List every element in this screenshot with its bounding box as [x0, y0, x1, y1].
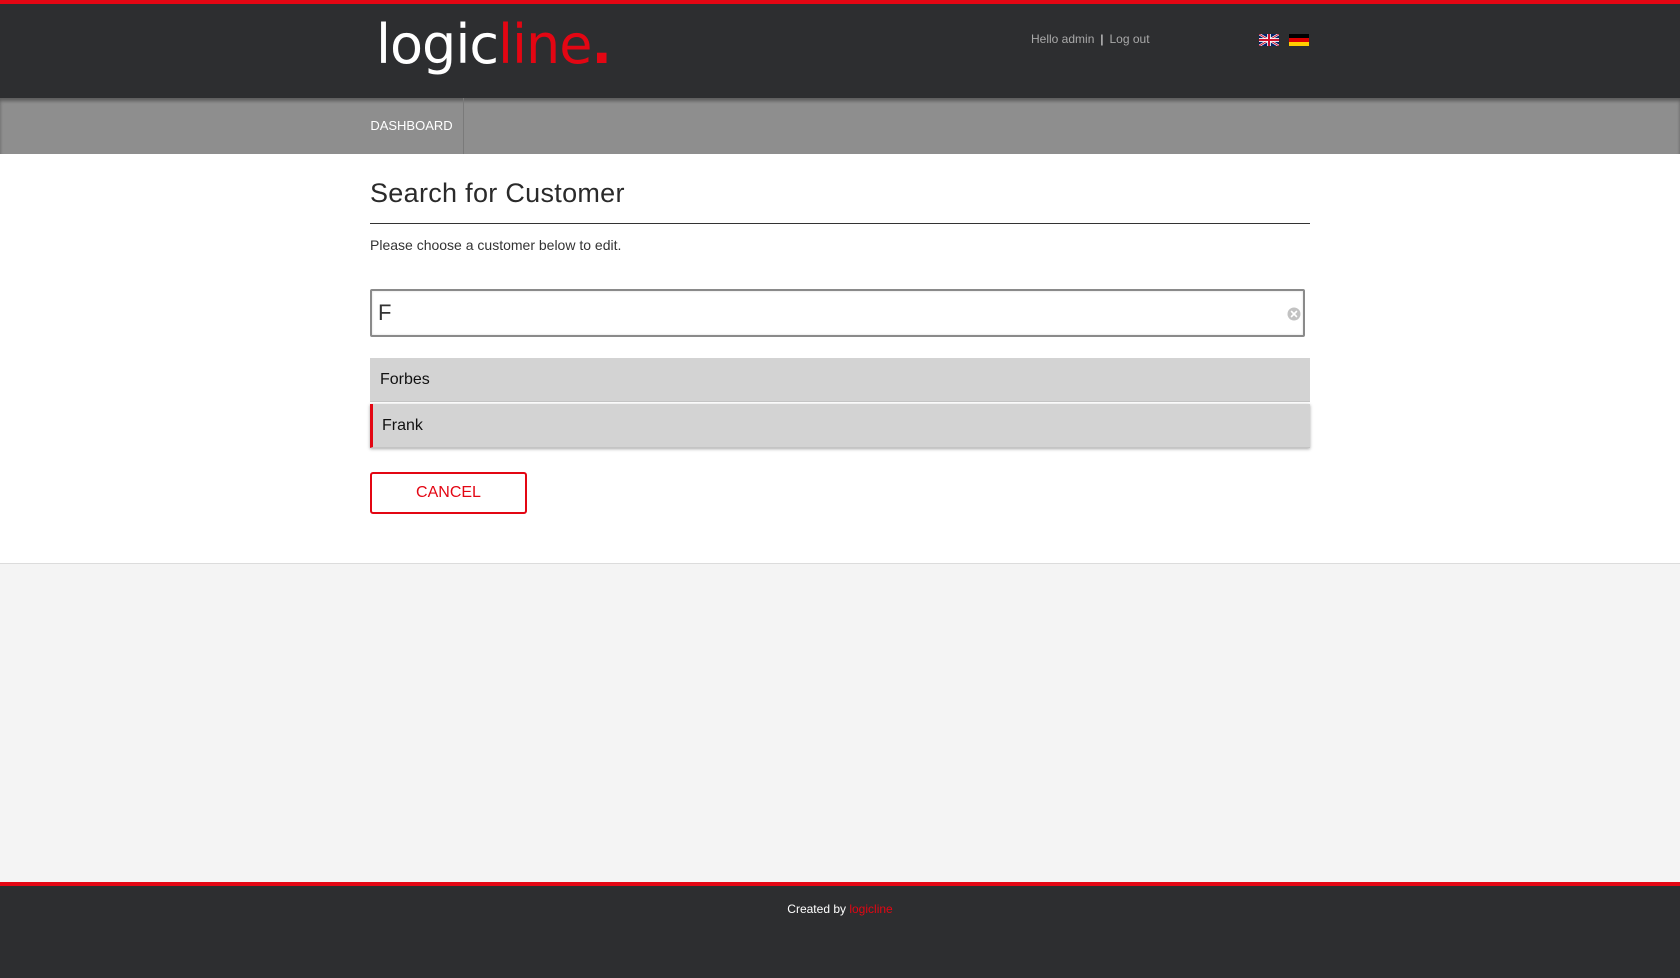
search-results-list: Forbes Frank [370, 358, 1310, 448]
result-item-frank[interactable]: Frank [370, 404, 1310, 448]
footer-created-by: Created by [787, 902, 846, 916]
main-content: Search for Customer Please choose a cust… [0, 154, 1680, 564]
footer-credit: Created by logicline [0, 902, 1680, 916]
main-navbar: DASHBOARD [0, 98, 1680, 154]
page-title: Search for Customer [370, 178, 625, 208]
logo-dot: . [591, 13, 611, 76]
result-item-forbes[interactable]: Forbes [370, 358, 1310, 402]
flag-uk-icon[interactable] [1259, 34, 1279, 46]
user-area-separator: | [1100, 32, 1104, 46]
title-divider [370, 223, 1310, 224]
customer-search-input[interactable] [378, 297, 1258, 329]
user-area: Hello admin | Log out [1031, 32, 1150, 46]
logout-link[interactable]: Log out [1110, 32, 1150, 46]
logo-text-logic: logic [376, 13, 499, 76]
user-greeting: Hello admin [1031, 32, 1095, 46]
clear-circle-icon[interactable] [1287, 307, 1301, 321]
footer-brand-link[interactable]: logicline [849, 902, 892, 916]
logicline-logo[interactable]: logicline. [376, 18, 612, 72]
nav-item-dashboard[interactable]: DASHBOARD [360, 98, 464, 154]
flag-de-icon[interactable] [1289, 34, 1309, 46]
cancel-button[interactable]: CANCEL [370, 472, 527, 514]
customer-search-box [370, 289, 1305, 337]
app-footer: Created by logicline [0, 882, 1680, 978]
app-header: logicline. Hello admin | Log out [0, 0, 1680, 98]
logo-text-line: line [498, 13, 592, 76]
intro-text: Please choose a customer below to edit. [370, 237, 622, 253]
